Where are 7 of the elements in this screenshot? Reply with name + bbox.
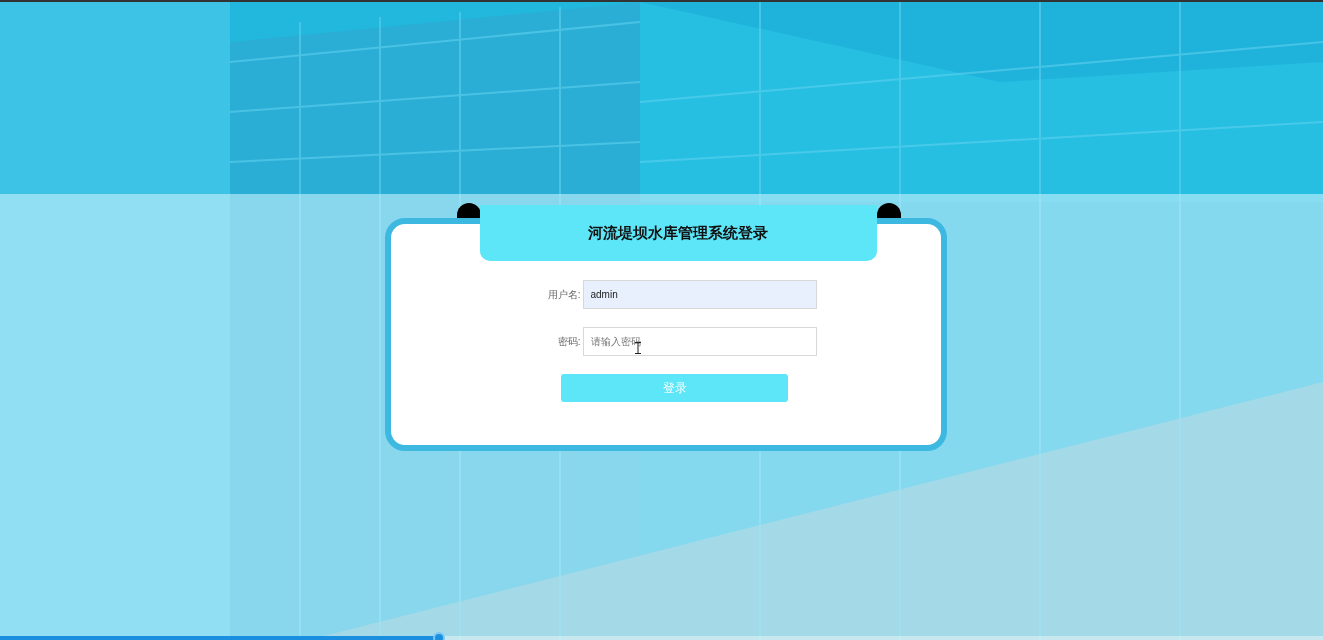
card-title: 河流堤坝水库管理系统登录 [479, 205, 877, 261]
seek-handle[interactable] [433, 632, 446, 640]
input-field[interactable]: 请输入密码 [582, 327, 817, 356]
input-field[interactable]: admin [582, 280, 817, 309]
seek-bar[interactable] [0, 636, 1323, 640]
field-label: 用户名: [547, 288, 581, 302]
field-label: 密码: [557, 335, 581, 349]
